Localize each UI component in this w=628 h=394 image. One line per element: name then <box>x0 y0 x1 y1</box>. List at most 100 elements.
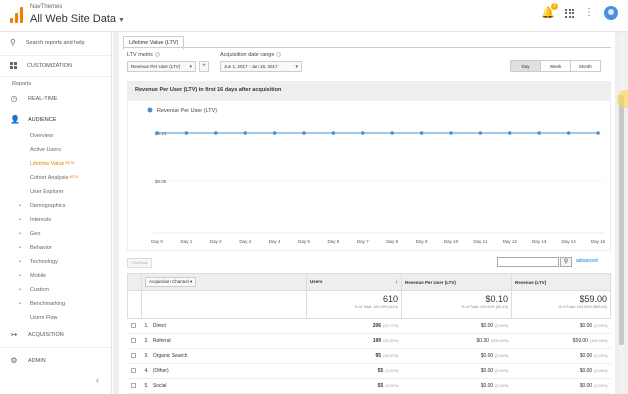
x-tick-label: Day 1 <box>181 239 193 244</box>
table-row[interactable]: 5. Social 55 (9.02%) $0.00 (0.00%) $0.00 (0.00… <box>127 378 611 394</box>
revenue-pct: (0.00%) <box>594 354 608 358</box>
rpu-value: $0.00 <box>480 353 494 359</box>
data-point <box>449 131 453 135</box>
table-row[interactable]: 2. Referral 199 (32.62%) $0.30 (306.53%) $59.… <box>127 333 611 349</box>
sidebar-subitem-mobile[interactable]: Mobile <box>19 273 46 279</box>
sidebar-subitem-lifetime-value[interactable]: Lifetime ValueBETA <box>30 161 74 167</box>
sidebar-search[interactable]: ⚲ Search reports and help <box>10 38 85 47</box>
month-button[interactable]: Month <box>570 60 601 72</box>
help-icon[interactable]: ? <box>276 52 282 57</box>
chart-title: Revenue Per User (LTV) in first 16 days … <box>127 81 611 100</box>
analytics-logo-icon[interactable] <box>10 7 23 23</box>
data-point <box>596 131 600 135</box>
sidebar-subitem-cohort-analysis[interactable]: Cohort AnalysisBETA <box>30 175 78 181</box>
row-checkbox[interactable] <box>130 337 136 343</box>
avatar[interactable] <box>604 6 618 20</box>
data-point <box>302 131 306 135</box>
sidebar-subitem-interests[interactable]: Interests <box>19 217 51 223</box>
dropdown-value: Revenue Per User (LTV) <box>131 64 181 69</box>
channel-link[interactable]: Referral <box>153 338 171 344</box>
label-text: Acquisition date range <box>220 52 275 58</box>
users-pct: (15.57%) <box>383 354 399 358</box>
sidebar-subitem-geo[interactable]: Geo <box>19 231 41 237</box>
x-tick-label: Day 8 <box>386 239 398 244</box>
data-point <box>537 131 541 135</box>
table-search-input[interactable] <box>497 257 559 267</box>
sidebar-subitem-technology[interactable]: Technology <box>19 259 58 265</box>
sidebar-subitem-users-flow[interactable]: Users Flow <box>30 315 58 321</box>
label-text: LTV metric <box>127 52 154 58</box>
notifications-bell-icon[interactable]: 🔔 1 <box>541 3 558 20</box>
legend-label: Revenue Per User (LTV) <box>157 108 217 114</box>
sidebar-item-realtime[interactable]: ◷ REAL-TIME <box>10 95 58 103</box>
channel-link[interactable]: Direct <box>153 323 166 329</box>
row-index: 2. <box>144 338 149 344</box>
chevron-down-icon: ▾ <box>295 64 298 70</box>
row-index: 3. <box>144 353 149 359</box>
rpu-value: $0.00 <box>480 323 494 329</box>
more-menu-icon[interactable]: ⋮ <box>584 7 594 19</box>
sidebar-subitem-demographics[interactable]: Demographics <box>19 203 66 209</box>
data-point <box>243 131 247 135</box>
channel-link[interactable]: Organic Search <box>153 353 188 359</box>
acq-range-label: Acquisition date range? <box>220 52 282 58</box>
users-pct: (33.77%) <box>383 324 399 328</box>
rpu-pct: (0.00%) <box>495 384 509 388</box>
advanced-link[interactable]: advanced <box>576 258 598 264</box>
x-tick-label: Day 6 <box>328 239 340 244</box>
sidebar-subitem-active-users[interactable]: Active Users <box>30 147 61 153</box>
plot-rows-button[interactable]: Plot Rows <box>127 258 152 268</box>
main-content: Lifetime Value (LTV) LTV metric? Revenue… <box>113 32 628 394</box>
scrollbar-thumb[interactable] <box>619 95 624 345</box>
col-rpu[interactable]: Revenue Per User (LTV) <box>401 273 512 291</box>
view-selector[interactable]: All Web Site Data ▼ <box>30 13 125 25</box>
help-icon[interactable]: ? <box>155 52 161 57</box>
acq-date-range-dropdown[interactable]: Jun 1, 2017 - Jun 16, 2017 ▾ <box>220 61 302 72</box>
sidebar-subitem-benchmarking[interactable]: Benchmarking <box>19 301 65 307</box>
add-metric-button[interactable]: + <box>199 61 209 72</box>
x-tick-label: Day 14 <box>561 239 576 244</box>
sidebar-subitem-behavior[interactable]: Behavior <box>19 245 52 251</box>
apps-grid-icon[interactable] <box>565 8 574 18</box>
table-row[interactable]: 1. Direct 206 (33.77%) $0.00 (0.00%) $0.00 (0.… <box>127 318 611 334</box>
gear-icon: ⚙ <box>10 356 18 365</box>
row-checkbox[interactable] <box>130 352 136 358</box>
total-users-sub: % of Total: 100.00% (610) <box>354 305 398 309</box>
ltv-metric-dropdown[interactable]: Revenue Per User (LTV) ▾ <box>127 61 196 72</box>
sidebar-item-audience[interactable]: 👤 AUDIENCE <box>10 116 56 124</box>
users-value: 55 <box>377 368 384 374</box>
sort-arrow-icon: ↓ <box>395 279 398 285</box>
row-index: 1. <box>144 323 149 329</box>
collapse-sidebar-icon[interactable]: ‹ <box>96 375 99 385</box>
sidebar-subitem-overview[interactable]: Overview <box>30 133 53 139</box>
x-tick-label: Day 13 <box>532 239 547 244</box>
granularity-toggle: Day Week Month <box>510 60 601 72</box>
table-row[interactable]: 3. Organic Search 95 (15.57%) $0.00 (0.00%) $… <box>127 348 611 364</box>
col-users[interactable]: Users ↓ <box>306 273 402 291</box>
channel-link[interactable]: (Other) <box>153 368 169 374</box>
sidebar-item-acquisition[interactable]: ↣ ACQUISITION <box>10 331 64 339</box>
dimension-dropdown[interactable]: Acquisition Channel ▾ <box>145 277 197 287</box>
channel-link[interactable]: Social <box>153 383 167 389</box>
table-row[interactable]: 4. (Other) 55 (9.02%) $0.00 (0.00%) $0.00 (0.0… <box>127 363 611 379</box>
day-button[interactable]: Day <box>510 60 541 72</box>
sidebar-subitem-custom[interactable]: Custom <box>19 287 49 293</box>
sidebar-item-customization[interactable]: CUSTOMIZATION <box>10 62 72 69</box>
data-point <box>361 131 365 135</box>
rpu-value: $0.00 <box>480 368 494 374</box>
sidebar-item-admin[interactable]: ⚙ ADMIN <box>10 356 45 365</box>
row-checkbox[interactable] <box>130 367 136 373</box>
users-value: 55 <box>377 383 384 389</box>
col-revenue[interactable]: Revenue (LTV) <box>511 273 611 291</box>
row-checkbox[interactable] <box>130 382 136 388</box>
chevron-down-icon: ▾ <box>189 64 192 70</box>
row-checkbox[interactable] <box>130 322 136 328</box>
chevron-down-icon: ▼ <box>118 17 125 24</box>
side-tab[interactable] <box>617 90 628 108</box>
search-label: Search reports and help <box>25 39 85 46</box>
search-icon[interactable]: ⚲ <box>560 257 572 267</box>
sidebar-subitem-user-explorer[interactable]: User Explorer <box>30 189 64 195</box>
ltv-metric-label: LTV metric? <box>127 52 161 58</box>
users-pct: (9.02%) <box>385 369 399 373</box>
week-button[interactable]: Week <box>540 60 571 72</box>
